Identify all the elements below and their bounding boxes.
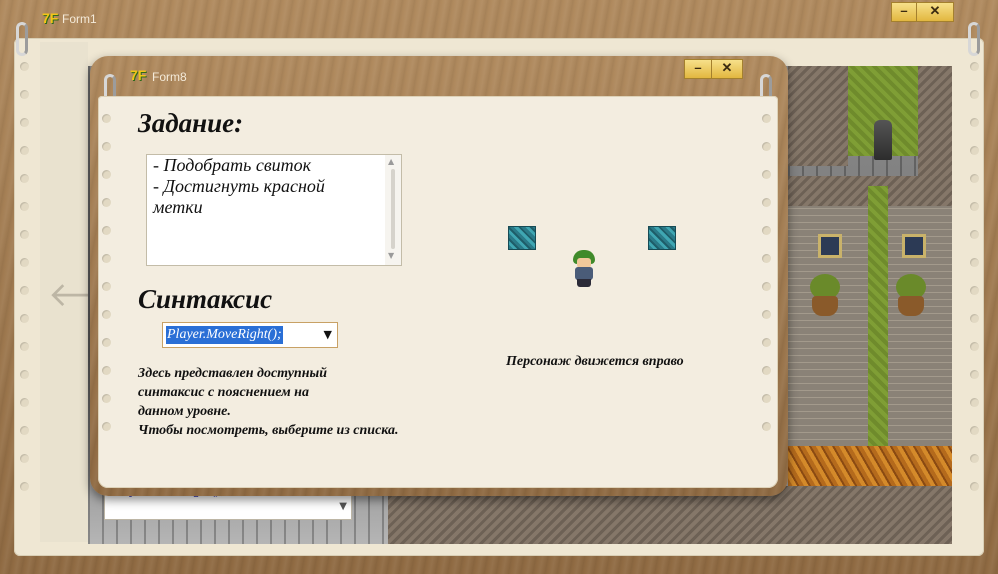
window-icon bbox=[902, 234, 926, 258]
left-binder-holes bbox=[20, 62, 30, 510]
syntax-select-value: Player.MoveRight(); bbox=[166, 326, 283, 344]
scroll-up-icon[interactable]: ▲ bbox=[388, 157, 394, 166]
syntax-description-line: синтаксис с пояснением на bbox=[138, 385, 309, 400]
task-item: - Достигнуть красной метки bbox=[153, 176, 325, 217]
task-item: - Подобрать свиток bbox=[153, 155, 312, 175]
syntax-description: Здесь представлен доступный синтаксис с … bbox=[138, 364, 458, 440]
task-minimize-button[interactable]: – bbox=[684, 59, 712, 79]
statue-icon bbox=[874, 120, 892, 160]
scroll-thumb[interactable] bbox=[391, 169, 395, 249]
syntax-description-line: Чтобы посмотреть, выберите из списка. bbox=[138, 423, 399, 438]
action-description: Персонаж движется вправо bbox=[506, 354, 684, 369]
stone-block-icon bbox=[648, 226, 676, 250]
pot-icon bbox=[898, 296, 924, 316]
chevron-down-icon[interactable]: ▼ bbox=[324, 328, 332, 341]
syntax-heading: Синтаксис bbox=[138, 284, 273, 314]
scroll-down-icon[interactable]: ▼ bbox=[388, 251, 394, 260]
syntax-select[interactable]: Player.MoveRight(); ▼ bbox=[162, 322, 338, 348]
task-window: 7F Form8 – ✕ Задание: - Подобрать свиток… bbox=[90, 56, 788, 496]
pot-icon bbox=[812, 296, 838, 316]
main-titlebar[interactable]: 7F Form1 – ✕ bbox=[0, 0, 998, 38]
player-character-icon bbox=[570, 250, 598, 288]
app-logo-icon: 7F bbox=[42, 10, 59, 26]
task-window-title: Form8 bbox=[152, 70, 187, 84]
task-close-button[interactable]: ✕ bbox=[711, 59, 743, 79]
syntax-description-line: данном уровне. bbox=[138, 404, 231, 419]
app-logo-icon: 7F bbox=[130, 67, 147, 83]
window-icon bbox=[818, 234, 842, 258]
main-minimize-button[interactable]: – bbox=[891, 2, 917, 22]
binder-ring bbox=[968, 22, 980, 56]
task-list-scrollbar[interactable]: ▲ ▼ bbox=[385, 155, 401, 265]
binder-ring bbox=[16, 22, 28, 56]
right-binder-holes bbox=[970, 62, 980, 510]
task-paper-panel: Задание: - Подобрать свиток - Достигнуть… bbox=[98, 96, 778, 488]
task-list[interactable]: - Подобрать свиток - Достигнуть красной … bbox=[146, 154, 402, 266]
chevron-down-icon[interactable]: ▼ bbox=[339, 501, 347, 512]
left-binder-holes bbox=[102, 114, 112, 450]
stone-block-icon bbox=[508, 226, 536, 250]
main-window-title: Form1 bbox=[62, 12, 97, 26]
syntax-description-line: Здесь представлен доступный bbox=[138, 366, 327, 381]
main-close-button[interactable]: ✕ bbox=[916, 2, 954, 22]
right-binder-holes bbox=[762, 114, 772, 450]
task-heading: Задание: bbox=[138, 108, 244, 138]
